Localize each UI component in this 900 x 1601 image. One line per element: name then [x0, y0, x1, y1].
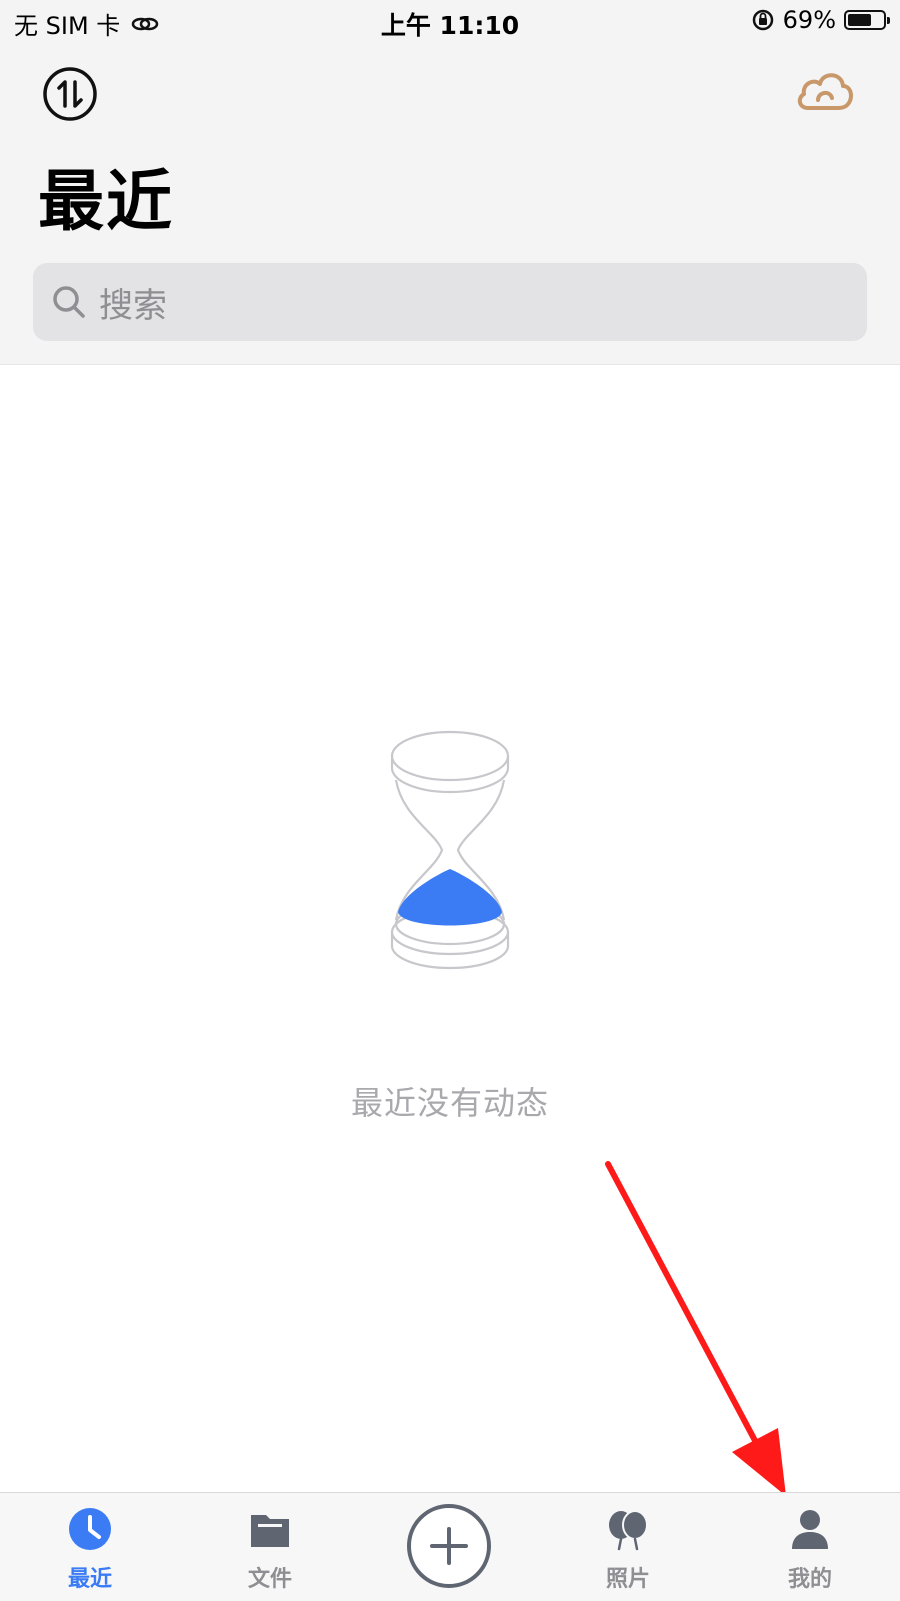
search-field[interactable]: 搜索	[33, 263, 867, 341]
tab-files[interactable]: 文件	[210, 1493, 330, 1601]
photos-icon	[609, 1510, 648, 1551]
tab-label: 照片	[605, 1567, 650, 1592]
page-title: 最近	[38, 163, 174, 240]
battery-fill	[848, 14, 871, 26]
hourglass-icon	[390, 730, 510, 970]
header: 无 SIM 卡 上午 11:10 69% 最近 搜索	[0, 0, 900, 365]
cloud-icon	[797, 73, 853, 110]
sync-button[interactable]	[42, 66, 98, 122]
tab-label: 文件	[247, 1567, 292, 1592]
search-icon	[53, 286, 85, 318]
tab-label: 我的	[787, 1567, 832, 1592]
tab-bar: 最近 文件 照片 我的	[0, 1492, 900, 1601]
add-button[interactable]	[406, 1503, 492, 1589]
status-right: 69%	[751, 6, 890, 34]
folder-icon	[251, 1515, 289, 1547]
search-placeholder: 搜索	[99, 285, 167, 326]
status-bar: 无 SIM 卡 上午 11:10 69%	[0, 0, 900, 46]
person-icon	[792, 1510, 828, 1549]
tab-me[interactable]: 我的	[750, 1493, 870, 1601]
plus-icon	[407, 1504, 491, 1588]
battery-percent: 69%	[782, 6, 836, 34]
tab-recent[interactable]: 最近	[30, 1493, 150, 1601]
sync-icon	[43, 67, 97, 121]
battery-icon	[844, 10, 890, 30]
cloud-button[interactable]	[794, 64, 856, 116]
tab-photos[interactable]: 照片	[568, 1493, 688, 1601]
clock-icon	[69, 1508, 111, 1550]
tab-label: 最近	[67, 1567, 112, 1592]
annotation-arrow	[605, 1161, 786, 1496]
empty-message: 最近没有动态	[350, 1084, 549, 1122]
orientation-lock-icon	[752, 9, 773, 31]
